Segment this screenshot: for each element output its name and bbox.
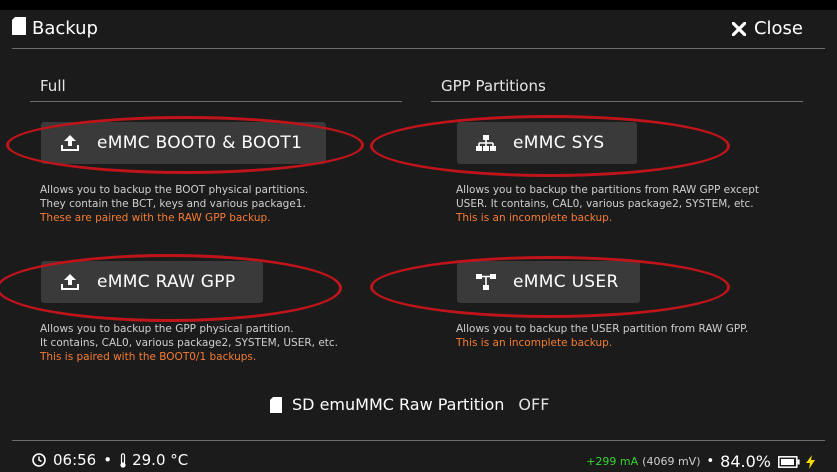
section-divider-gpp xyxy=(431,101,803,102)
clock-time: 06:56 xyxy=(53,451,97,469)
footer-separator: • xyxy=(706,454,715,469)
sd-card-icon xyxy=(12,17,26,39)
emmc-raw-gpp-description: Allows you to backup the GPP physical pa… xyxy=(40,322,410,364)
annotation-ellipse-user xyxy=(370,256,730,318)
emmc-boot-desc-line1: Allows you to backup the BOOT physical p… xyxy=(40,184,309,196)
section-title-full: Full xyxy=(40,77,66,95)
emmc-raw-gpp-desc-line2: It contains, CAL0, various package2, SYS… xyxy=(40,337,339,349)
close-button[interactable]: Close xyxy=(731,18,803,39)
charging-bolt-icon xyxy=(806,454,815,469)
emmc-sys-desc-line2: USER. It contains, CAL0, various package… xyxy=(456,198,754,210)
footer-status-left: 06:56 • 29.0 °C xyxy=(32,451,188,469)
page-title: Backup xyxy=(32,18,98,39)
top-strip xyxy=(0,0,837,10)
battery-percent: 84.0% xyxy=(720,452,771,471)
annotation-ellipse-boot xyxy=(6,116,364,174)
emmc-raw-gpp-desc-line1: Allows you to backup the GPP physical pa… xyxy=(40,323,294,335)
emmc-boot-description: Allows you to backup the BOOT physical p… xyxy=(40,183,400,225)
temperature: 29.0 °C xyxy=(132,451,189,469)
clock-icon xyxy=(32,453,46,467)
close-icon xyxy=(731,21,746,36)
battery-current: +299 mA xyxy=(586,455,639,468)
emmc-sys-desc-line1: Allows you to backup the partitions from… xyxy=(456,184,760,196)
annotation-ellipse-sys xyxy=(370,115,730,177)
section-divider-full xyxy=(30,101,402,102)
battery-voltage: (4069 mV) xyxy=(642,455,701,468)
battery-icon xyxy=(778,455,800,468)
sd-card-icon xyxy=(270,396,282,413)
header-divider xyxy=(12,48,825,49)
emmc-raw-gpp-warning: This is paired with the BOOT0/1 backups. xyxy=(40,351,257,363)
close-label: Close xyxy=(753,18,803,39)
footer-separator: • xyxy=(103,451,113,469)
emummc-toggle[interactable]: SD emuMMC Raw Partition OFF xyxy=(270,395,549,414)
emummc-state: OFF xyxy=(518,395,550,414)
thermometer-icon xyxy=(120,452,126,468)
section-title-gpp: GPP Partitions xyxy=(441,77,546,95)
emmc-user-desc-line1: Allows you to backup the USER partition … xyxy=(456,323,749,335)
footer-status-right: +299 mA (4069 mV) • 84.0% xyxy=(586,452,815,471)
emmc-user-warning: This is an incomplete backup. xyxy=(456,337,613,349)
emmc-boot-warning: These are paired with the RAW GPP backup… xyxy=(40,212,271,224)
emummc-label: SD emuMMC Raw Partition xyxy=(292,395,505,414)
emmc-sys-warning: This is an incomplete backup. xyxy=(456,212,613,224)
emmc-boot-desc-line2: They contain the BCT, keys and various p… xyxy=(40,198,306,210)
emmc-user-description: Allows you to backup the USER partition … xyxy=(456,322,816,350)
footer-divider xyxy=(12,440,825,441)
annotation-ellipse-raw-gpp xyxy=(0,254,342,322)
emmc-sys-description: Allows you to backup the partitions from… xyxy=(456,183,816,225)
